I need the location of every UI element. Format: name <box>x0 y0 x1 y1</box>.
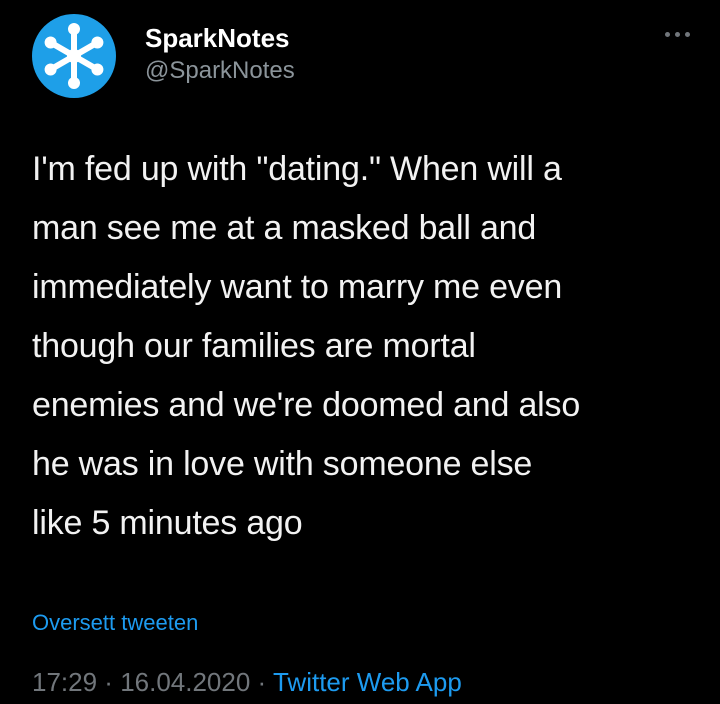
tweet-time[interactable]: 17:29 <box>32 667 97 697</box>
tweet-metadata: 17:29 · 16.04.2020 · Twitter Web App <box>32 665 462 699</box>
tweet-source-link[interactable]: Twitter Web App <box>273 667 462 697</box>
author-display-name[interactable]: SparkNotes <box>145 22 295 54</box>
tweet-text: I'm fed up with "dating." When will a ma… <box>32 150 581 542</box>
author-handle[interactable]: @SparkNotes <box>145 56 295 86</box>
avatar[interactable] <box>32 14 116 98</box>
meta-separator: · <box>97 667 121 697</box>
translate-tweet-link[interactable]: Oversett tweeten <box>32 609 198 637</box>
tweet-header: SparkNotes @SparkNotes <box>32 14 692 98</box>
author-info: SparkNotes @SparkNotes <box>145 22 295 86</box>
tweet-date[interactable]: 16.04.2020 <box>120 667 250 697</box>
sparknotes-logo-icon <box>44 23 104 89</box>
meta-separator: · <box>250 667 273 697</box>
tweet-card: SparkNotes @SparkNotes I'm fed up with "… <box>0 0 720 704</box>
more-options-icon[interactable] <box>662 28 692 40</box>
